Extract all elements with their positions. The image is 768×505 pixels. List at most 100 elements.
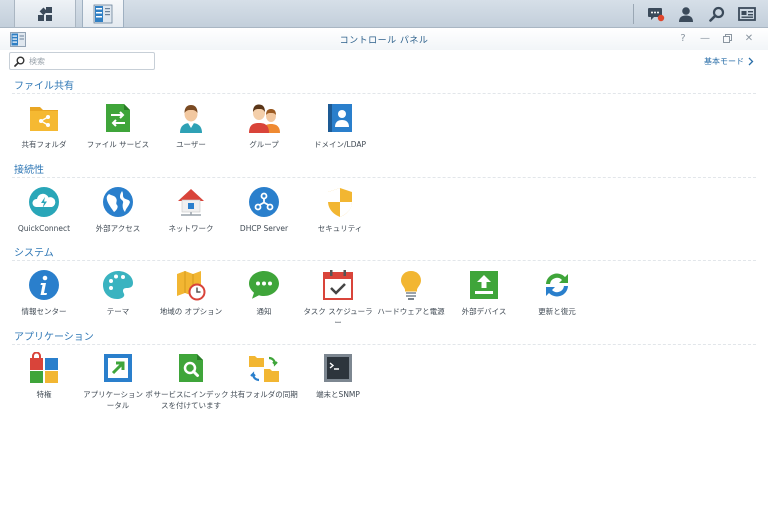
item-terminal-snmp[interactable]: 端末とSNMP (300, 352, 376, 400)
task-scheduler-icon (323, 270, 353, 300)
search-button[interactable] (703, 0, 731, 28)
network-icon (178, 189, 204, 216)
item-network[interactable]: ネットワーク (153, 186, 229, 234)
widgets-icon (738, 7, 756, 21)
item-quickconnect[interactable]: QuickConnect (6, 186, 82, 234)
item-dhcp-server[interactable]: DHCP Server (226, 186, 302, 234)
search-input[interactable] (29, 54, 149, 68)
group-icon (249, 104, 280, 133)
notification-button[interactable] (642, 0, 670, 28)
widgets-button[interactable] (733, 0, 761, 28)
item-label: タスク スケジューラー (303, 307, 373, 327)
basic-mode-link[interactable]: 基本モード (704, 56, 754, 67)
terminal-snmp-icon (324, 354, 352, 382)
chevron-right-icon (748, 57, 754, 66)
item-shared-folder[interactable]: 共有フォルダ (6, 102, 82, 150)
user-icon (180, 105, 202, 133)
quickconnect-icon (29, 187, 59, 217)
control-panel-icon (93, 4, 113, 23)
item-user[interactable]: ユーザー (153, 102, 229, 150)
item-label: 更新と復元 (538, 307, 576, 316)
item-application-portal[interactable]: アプリケーション ポータル (80, 352, 156, 411)
item-label: 特権 (36, 390, 52, 399)
search-box (9, 52, 155, 70)
indexing-service-icon (179, 354, 203, 382)
section-title-applications: アプリケーション (14, 332, 94, 343)
item-label: ハードウェアと電源 (377, 307, 445, 316)
item-info-center[interactable]: 情報センター (6, 269, 82, 317)
item-privileges[interactable]: 特権 (6, 352, 82, 400)
shared-folder-sync-icon (249, 356, 279, 382)
external-access-icon (103, 187, 133, 217)
item-label: DHCP Server (239, 224, 289, 233)
notification-icon (648, 8, 665, 22)
section-divider (12, 93, 756, 94)
taskbar (0, 0, 768, 28)
item-domain-ldap[interactable]: ドメイン/LDAP (302, 102, 378, 150)
section-divider (12, 260, 756, 261)
item-label: ユーザー (176, 140, 206, 149)
item-label: テーマ (106, 307, 130, 316)
help-button[interactable]: ? (676, 32, 690, 46)
taskbar-divider (633, 4, 634, 24)
section-title-system: システム (14, 248, 54, 259)
item-theme[interactable]: テーマ (80, 269, 156, 317)
item-external-devices[interactable]: 外部デバイス (446, 269, 522, 317)
item-label: 外部デバイス (461, 307, 507, 316)
domain-ldap-icon (328, 104, 352, 132)
window-title: コントロール パネル (339, 36, 429, 46)
privileges-icon (30, 352, 58, 383)
item-hardware-power[interactable]: ハードウェアと電源 (373, 269, 449, 317)
main-menu-icon (38, 6, 52, 21)
section-divider (12, 177, 756, 178)
section-title-connectivity: 接続性 (14, 165, 44, 176)
shared-folder-icon (30, 107, 58, 131)
item-regional-options[interactable]: 地域の オプション (153, 269, 229, 317)
user-icon (679, 7, 693, 22)
item-shared-folder-sync[interactable]: 共有フォルダの同期 (226, 352, 302, 400)
section-divider (12, 344, 756, 345)
control-panel-taskbar-button[interactable] (82, 0, 124, 28)
close-button[interactable]: ✕ (742, 32, 756, 46)
item-indexing-service[interactable]: サービスにインデックスを付けています (153, 352, 229, 411)
section-title-file-sharing: ファイル共有 (14, 81, 74, 92)
item-label: セキュリティ (317, 224, 363, 233)
file-services-icon (106, 104, 130, 132)
restore-icon (722, 34, 732, 43)
item-label: アプリケーション ポータル (83, 390, 153, 410)
item-label: サービスにインデックスを付けています (153, 390, 229, 410)
window-header: コントロール パネル ? — ✕ (0, 28, 768, 50)
security-icon (328, 188, 352, 217)
item-label: 地域の オプション (159, 307, 223, 316)
search-icon (14, 56, 25, 67)
item-label: ファイル サービス (86, 140, 150, 149)
search-icon (709, 6, 725, 22)
item-update-restore[interactable]: 更新と復元 (519, 269, 595, 317)
main-menu-button[interactable] (14, 0, 76, 28)
item-notification[interactable]: 通知 (226, 269, 302, 317)
notification-icon (249, 271, 279, 299)
item-label: 共有フォルダ (21, 140, 67, 149)
item-label: 端末とSNMP (316, 390, 360, 399)
application-portal-icon (104, 354, 132, 382)
item-label: QuickConnect (17, 224, 71, 233)
info-center-icon (29, 270, 59, 300)
dhcp-server-icon (249, 187, 279, 217)
item-group[interactable]: グループ (226, 102, 302, 150)
item-security[interactable]: セキュリティ (302, 186, 378, 234)
item-label: ネットワーク (168, 224, 214, 233)
external-devices-icon (470, 271, 498, 299)
item-external-access[interactable]: 外部アクセス (80, 186, 156, 234)
basic-mode-label: 基本モード (704, 57, 744, 66)
item-label: ドメイン/LDAP (313, 140, 366, 149)
item-task-scheduler[interactable]: タスク スケジューラー (300, 269, 376, 328)
theme-icon (103, 271, 133, 299)
user-button[interactable] (672, 0, 700, 28)
restore-button[interactable] (720, 32, 734, 46)
item-file-services[interactable]: ファイル サービス (80, 102, 156, 150)
item-label: グループ (249, 140, 279, 149)
item-label: 共有フォルダの同期 (230, 390, 298, 399)
item-label: 外部アクセス (95, 224, 141, 233)
minimize-button[interactable]: — (698, 32, 712, 46)
item-label: 通知 (256, 307, 272, 316)
